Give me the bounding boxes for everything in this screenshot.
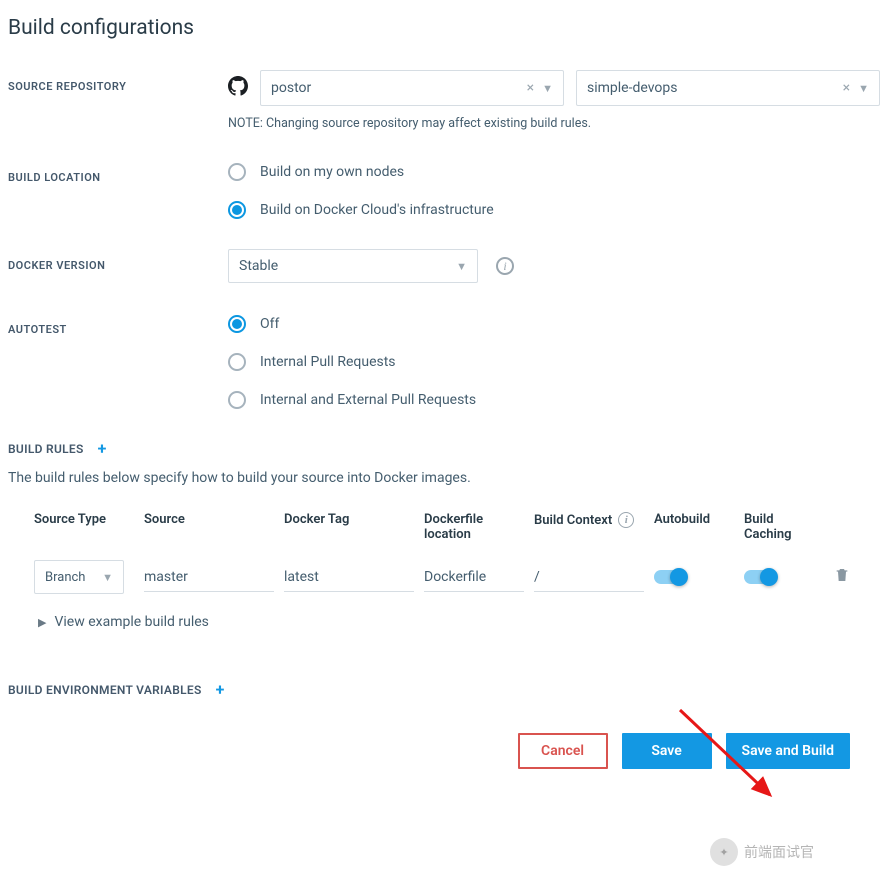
triangle-right-icon: ▶ [38, 616, 46, 629]
autotest-off-label: Off [260, 316, 279, 332]
source-repository-section: SOURCE REPOSITORY postor × ▼ simple-devo… [8, 70, 880, 131]
autotest-label: AUTOTEST [8, 313, 228, 336]
repo-owner-value: postor [271, 80, 519, 96]
plus-icon[interactable]: + [98, 439, 107, 458]
save-and-build-button[interactable]: Save and Build [726, 733, 850, 769]
header-docker-tag: Docker Tag [284, 512, 414, 527]
header-autobuild: Autobuild [654, 512, 734, 527]
docker-version-value: Stable [239, 258, 456, 274]
autotest-internal-option[interactable]: Internal Pull Requests [228, 353, 880, 371]
chevron-down-icon: ▼ [102, 571, 113, 584]
table-header: Source Type Source Docker Tag Dockerfile… [8, 512, 880, 542]
source-type-select[interactable]: Branch ▼ [34, 560, 124, 594]
build-caching-toggle[interactable] [744, 570, 776, 584]
build-location-own-nodes-label: Build on my own nodes [260, 164, 404, 180]
repo-name-select[interactable]: simple-devops × ▼ [576, 70, 880, 106]
trash-icon[interactable] [834, 572, 850, 588]
build-rules-header: BUILD RULES + [8, 439, 880, 458]
view-example-rules-link[interactable]: ▶ View example build rules [38, 614, 880, 630]
chevron-down-icon: ▼ [456, 260, 467, 273]
header-build-context: Build Context i [534, 512, 644, 528]
plus-icon[interactable]: + [216, 680, 225, 699]
autobuild-toggle[interactable] [654, 570, 686, 584]
build-location-docker-cloud-option[interactable]: Build on Docker Cloud's infrastructure [228, 201, 880, 219]
clear-icon[interactable]: × [843, 80, 850, 96]
view-example-rules-text: View example build rules [54, 614, 208, 630]
info-icon[interactable]: i [618, 512, 634, 528]
docker-tag-input[interactable] [284, 563, 414, 592]
build-location-label: BUILD LOCATION [8, 161, 228, 184]
build-env-vars-header: BUILD ENVIRONMENT VARIABLES + [8, 680, 880, 699]
build-location-section: BUILD LOCATION Build on my own nodes Bui… [8, 161, 880, 219]
radio-icon [228, 163, 246, 181]
build-location-docker-cloud-label: Build on Docker Cloud's infrastructure [260, 202, 494, 218]
radio-selected-icon [228, 315, 246, 333]
header-build-caching: Build Caching [744, 512, 824, 542]
build-rules-table: Source Type Source Docker Tag Dockerfile… [8, 512, 880, 630]
table-row: Branch ▼ [8, 560, 880, 594]
build-location-own-nodes-option[interactable]: Build on my own nodes [228, 163, 880, 181]
autotest-internal-label: Internal Pull Requests [260, 354, 396, 370]
docker-version-select[interactable]: Stable ▼ [228, 249, 478, 283]
radio-icon [228, 353, 246, 371]
build-env-vars-label: BUILD ENVIRONMENT VARIABLES [8, 683, 202, 697]
save-button[interactable]: Save [622, 733, 712, 769]
cancel-button[interactable]: Cancel [518, 733, 608, 769]
source-input[interactable] [144, 563, 274, 592]
chevron-down-icon: ▼ [858, 82, 869, 95]
docker-version-label: DOCKER VERSION [8, 249, 228, 272]
watermark: ✦ 前端面试官 [710, 838, 814, 866]
github-icon [228, 76, 248, 100]
button-row: Cancel Save Save and Build [8, 733, 880, 769]
radio-icon [228, 391, 246, 409]
docker-version-section: DOCKER VERSION Stable ▼ i [8, 249, 880, 283]
clear-icon[interactable]: × [527, 80, 534, 96]
header-source: Source [144, 512, 274, 527]
chevron-down-icon: ▼ [542, 82, 553, 95]
wechat-icon: ✦ [710, 838, 738, 866]
dockerfile-location-input[interactable] [424, 563, 524, 592]
build-context-input[interactable] [534, 563, 644, 592]
source-repository-label: SOURCE REPOSITORY [8, 70, 228, 93]
repo-name-value: simple-devops [587, 80, 835, 96]
build-rules-label: BUILD RULES [8, 442, 84, 456]
header-source-type: Source Type [34, 512, 134, 527]
header-dockerfile-location: Dockerfile location [424, 512, 524, 542]
header-build-context-text: Build Context [534, 513, 612, 528]
source-type-value: Branch [45, 570, 102, 585]
autotest-both-option[interactable]: Internal and External Pull Requests [228, 391, 880, 409]
source-repository-note: NOTE: Changing source repository may aff… [228, 116, 880, 131]
autotest-both-label: Internal and External Pull Requests [260, 392, 476, 408]
repo-owner-select[interactable]: postor × ▼ [260, 70, 564, 106]
radio-selected-icon [228, 201, 246, 219]
build-rules-description: The build rules below specify how to bui… [8, 470, 880, 486]
watermark-text: 前端面试官 [744, 842, 814, 862]
info-icon[interactable]: i [496, 257, 514, 275]
page-title: Build configurations [8, 16, 880, 40]
autotest-off-option[interactable]: Off [228, 315, 880, 333]
autotest-section: AUTOTEST Off Internal Pull Requests Inte… [8, 313, 880, 409]
